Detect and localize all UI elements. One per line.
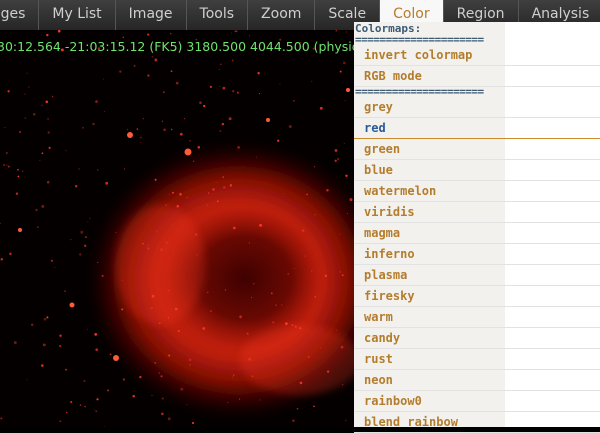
colormap-item-green[interactable]: green: [354, 139, 600, 160]
menu-tools[interactable]: Tools: [187, 0, 249, 30]
colormap-item-blend-rainbow[interactable]: blend rainbow: [354, 412, 600, 433]
menu-image[interactable]: Image: [116, 0, 187, 30]
menu-my-list[interactable]: My List: [39, 0, 116, 30]
colormap-item-grey[interactable]: grey: [354, 97, 600, 118]
colormap-item-inferno[interactable]: inferno: [354, 244, 600, 265]
colormap-item-firesky[interactable]: firesky: [354, 286, 600, 307]
separator: =====================: [355, 87, 484, 97]
image-viewer[interactable]: 30:12.564 -21:03:15.12 (FK5) 3180.500 40…: [0, 30, 354, 427]
color-menu-panel: Colormaps: ===================== invert …: [354, 22, 600, 433]
colormap-item-blue[interactable]: blue: [354, 160, 600, 181]
colormap-item-candy[interactable]: candy: [354, 328, 600, 349]
colormap-item-rgb-mode[interactable]: RGB mode: [354, 66, 600, 87]
menu-ages[interactable]: ages: [0, 0, 40, 30]
colormap-item-neon[interactable]: neon: [354, 370, 600, 391]
separator: =====================: [355, 35, 484, 45]
colormap-item-rainbow0[interactable]: rainbow0: [354, 391, 600, 412]
colormap-item-invert-colormap[interactable]: invert colormap: [354, 45, 600, 66]
menu-zoom[interactable]: Zoom: [248, 0, 316, 30]
colormap-item-rust[interactable]: rust: [354, 349, 600, 370]
colormap-item-magma[interactable]: magma: [354, 223, 600, 244]
colormap-item-warm[interactable]: warm: [354, 307, 600, 328]
colormap-item-watermelon[interactable]: watermelon: [354, 181, 600, 202]
colormaps-title: Colormaps:: [355, 22, 422, 35]
colormap-item-red[interactable]: red: [354, 118, 600, 139]
colormap-item-viridis[interactable]: viridis: [354, 202, 600, 223]
coordinate-readout: 30:12.564 -21:03:15.12 (FK5) 3180.500 40…: [0, 39, 354, 54]
nebula-image: [0, 30, 354, 427]
colormap-item-plasma[interactable]: plasma: [354, 265, 600, 286]
